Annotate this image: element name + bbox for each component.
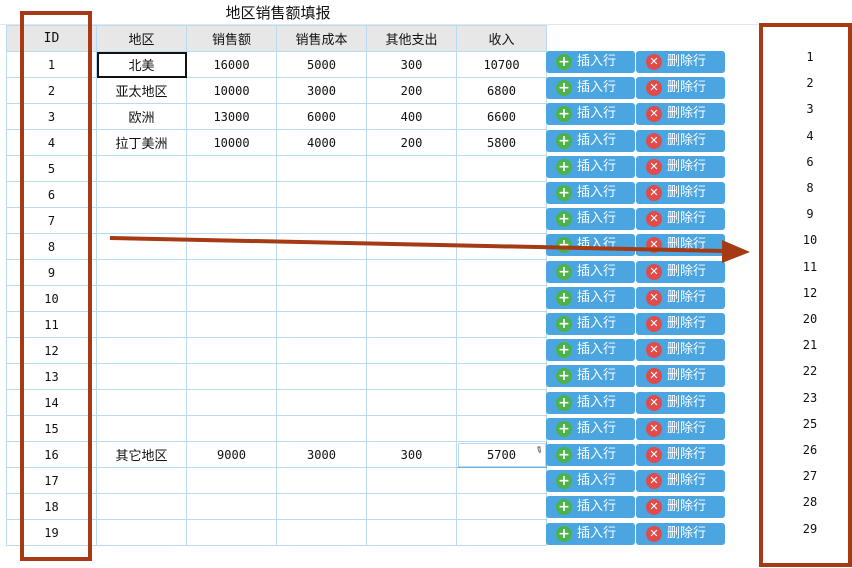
arrow-head	[722, 240, 750, 263]
arrow-annotation	[109, 236, 750, 263]
arrow-line	[109, 236, 725, 253]
